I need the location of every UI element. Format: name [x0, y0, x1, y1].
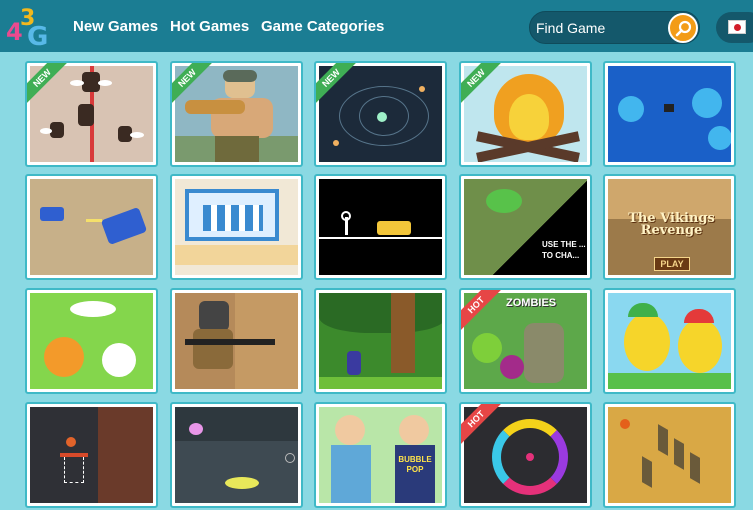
play-button[interactable]: PLAY [654, 257, 690, 271]
cute-creatures-thumbnail [30, 293, 153, 389]
game-tile[interactable] [314, 288, 447, 394]
frog-thumbnail: USE THE ... TO CHA... [464, 179, 587, 275]
search-button[interactable] [668, 13, 698, 43]
tank-battle-thumbnail [30, 179, 153, 275]
fishing-thumbnail [175, 407, 298, 503]
game-tile[interactable] [603, 61, 736, 167]
nav-new-games[interactable]: New Games [73, 18, 158, 35]
basketball-thumbnail [30, 407, 153, 503]
twin-birds-thumbnail [608, 293, 731, 389]
game-tile[interactable]: USE THE ... TO CHA... [459, 174, 592, 280]
jungle-platform-thumbnail [319, 293, 442, 389]
search-input[interactable] [536, 17, 661, 39]
vikings-title: The Vikings Revenge [628, 211, 715, 238]
game-tile[interactable]: The Vikings Revenge PLAY [603, 174, 736, 280]
game-tile[interactable] [25, 174, 158, 280]
underwater-bubbles-thumbnail [608, 66, 731, 162]
search-icon [675, 20, 692, 37]
game-tile[interactable]: NEW [25, 61, 158, 167]
game-tile[interactable]: NEW [170, 61, 303, 167]
site-logo[interactable]: 43G [6, 6, 52, 52]
game-tile[interactable]: NEW [314, 61, 447, 167]
game-tile[interactable] [170, 288, 303, 394]
game-tile[interactable] [25, 402, 158, 508]
vikings-revenge-thumbnail: The Vikings Revenge PLAY [608, 179, 731, 275]
header: 43G New Games Hot Games Game Categories [0, 0, 753, 52]
taxi-stickman-thumbnail [319, 179, 442, 275]
game-tile[interactable]: BUBBLE POP [314, 402, 447, 508]
japan-flag-icon [728, 20, 746, 34]
game-tile[interactable] [25, 288, 158, 394]
game-grid: NEW NEW NEW NEW USE THE ... TO CHA... Th… [0, 52, 753, 510]
language-selector[interactable] [716, 12, 753, 43]
building-blocks-thumbnail [175, 179, 298, 275]
nav-game-categories[interactable]: Game Categories [261, 18, 384, 35]
bubble-pop-caption: BUBBLE POP [398, 455, 432, 474]
nav-hot-games[interactable]: Hot Games [170, 18, 249, 35]
search-bar [529, 11, 700, 44]
frog-caption: USE THE ... TO CHA... [542, 240, 586, 260]
game-tile[interactable]: HOT [459, 402, 592, 508]
game-tile[interactable] [170, 402, 303, 508]
game-tile[interactable]: NEW [459, 61, 592, 167]
game-tile[interactable]: ZOMBIES HOT [459, 288, 592, 394]
game-tile[interactable] [603, 288, 736, 394]
sniper-soldier-thumbnail [175, 293, 298, 389]
dress-up-girls-thumbnail: BUBBLE POP [319, 407, 442, 503]
game-tile[interactable] [170, 174, 303, 280]
zombies-title: ZOMBIES [506, 297, 557, 309]
isometric-blocks-thumbnail [608, 407, 731, 503]
game-tile[interactable] [603, 402, 736, 508]
game-tile[interactable] [314, 174, 447, 280]
